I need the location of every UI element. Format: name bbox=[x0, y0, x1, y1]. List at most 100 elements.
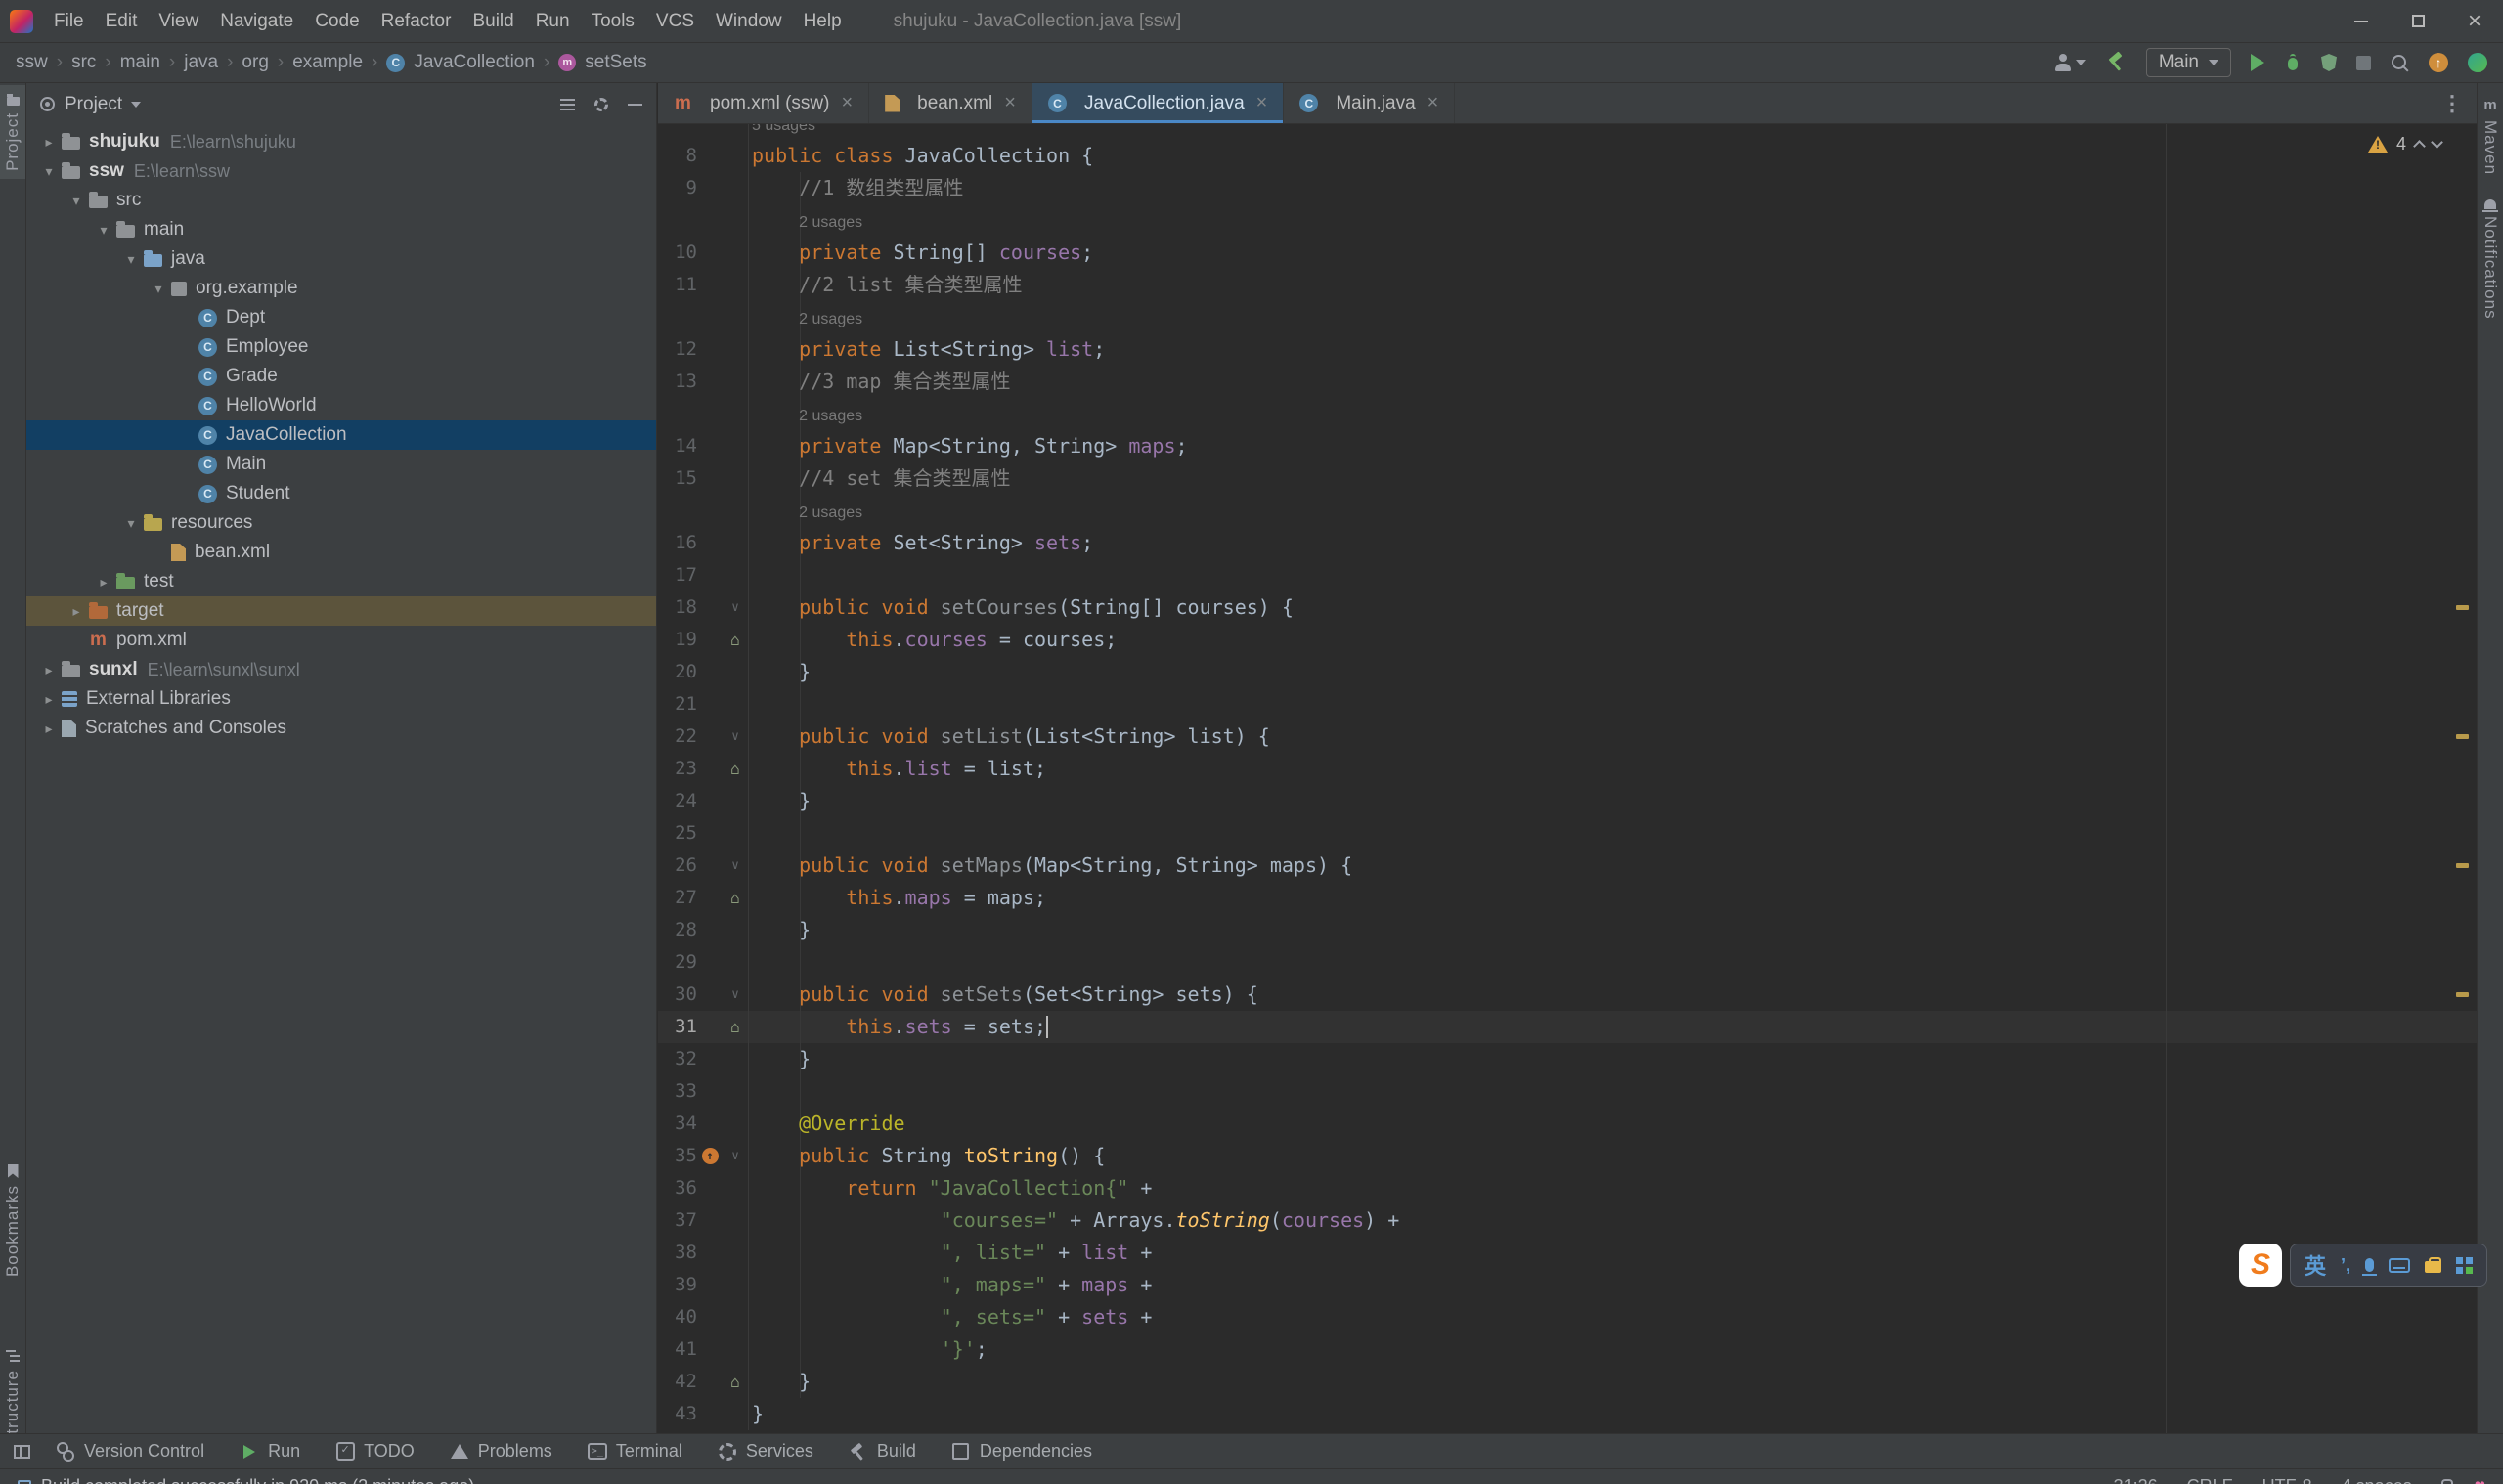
tool-stripe-maven[interactable]: m Maven bbox=[2478, 89, 2503, 183]
code-line[interactable]: 21 bbox=[658, 688, 2477, 720]
project-tree-row[interactable]: ▾ main bbox=[26, 215, 656, 244]
code-line[interactable]: 16 private Set<String> sets; bbox=[658, 527, 2477, 559]
close-tab-icon[interactable]: × bbox=[841, 92, 853, 114]
line-number[interactable]: 12 bbox=[658, 333, 697, 366]
line-number[interactable]: 41 bbox=[658, 1333, 697, 1366]
spring-bean-icon[interactable]: ⌂ bbox=[730, 624, 740, 656]
code-line[interactable]: 15 //4 set 集合类型属性 bbox=[658, 462, 2477, 495]
toolwindow-button-services[interactable]: Services bbox=[718, 1441, 813, 1462]
code-editor[interactable]: 5 usages 8 public class JavaCollection {9 … bbox=[658, 124, 2477, 1433]
line-number[interactable]: 18 bbox=[658, 591, 697, 624]
close-tab-icon[interactable]: × bbox=[1427, 92, 1439, 114]
ime-microphone-icon[interactable] bbox=[2362, 1258, 2378, 1276]
breadcrumb-item[interactable]: m setSets bbox=[558, 52, 647, 73]
menu-window[interactable]: Window bbox=[705, 0, 793, 43]
ime-keyboard-icon[interactable] bbox=[2389, 1257, 2411, 1273]
line-number[interactable]: 43 bbox=[658, 1398, 697, 1430]
code-line[interactable]: 37 "courses=" + Arrays.toString(courses)… bbox=[658, 1204, 2477, 1237]
code-line[interactable]: 39 ", maps=" + maps + bbox=[658, 1269, 2477, 1301]
search-everywhere-icon[interactable] bbox=[2391, 54, 2409, 72]
code-line[interactable]: 13 //3 map 集合类型属性 bbox=[658, 366, 2477, 398]
project-tree-row[interactable]: ▸ test bbox=[26, 567, 656, 596]
file-encoding[interactable]: UTF-8 bbox=[2262, 1476, 2312, 1484]
line-number[interactable]: 34 bbox=[658, 1108, 697, 1140]
project-tree-row[interactable]: C Student bbox=[26, 479, 656, 508]
line-number[interactable] bbox=[658, 301, 697, 333]
expand-collapse-icon[interactable] bbox=[560, 103, 575, 106]
error-stripe-mark[interactable] bbox=[2456, 863, 2469, 868]
menu-tools[interactable]: Tools bbox=[581, 0, 645, 43]
close-button[interactable]: × bbox=[2446, 0, 2503, 43]
line-number[interactable]: 36 bbox=[658, 1172, 697, 1204]
line-number[interactable] bbox=[658, 398, 697, 430]
line-number[interactable]: 30 bbox=[658, 979, 697, 1011]
editor-tab[interactable]: bean.xml × bbox=[869, 83, 1032, 123]
line-number[interactable]: 23 bbox=[658, 753, 697, 785]
chevron-down-icon[interactable]: ▾ bbox=[118, 251, 144, 268]
gear-icon[interactable] bbox=[594, 97, 608, 111]
project-tree-row[interactable]: ▾ java bbox=[26, 244, 656, 274]
code-line[interactable]: 38 ", list=" + list + bbox=[658, 1237, 2477, 1269]
project-tree-row[interactable]: C JavaCollection bbox=[26, 420, 656, 450]
editor-tab[interactable]: C Main.java × bbox=[1284, 83, 1456, 123]
usages-inlay[interactable]: 5 usages bbox=[752, 124, 815, 134]
close-tab-icon[interactable]: × bbox=[1256, 92, 1268, 114]
project-tree-row[interactable]: C HelloWorld bbox=[26, 391, 656, 420]
line-number[interactable]: 37 bbox=[658, 1204, 697, 1237]
line-number[interactable]: 19 bbox=[658, 624, 697, 656]
chevron-down-icon[interactable]: ▾ bbox=[118, 515, 144, 532]
line-number[interactable]: 13 bbox=[658, 366, 697, 398]
close-tab-icon[interactable]: × bbox=[1004, 92, 1016, 114]
error-stripe-mark[interactable] bbox=[2456, 734, 2469, 739]
code-line[interactable]: 17 bbox=[658, 559, 2477, 591]
fold-icon[interactable]: ∨ bbox=[731, 720, 739, 753]
breadcrumb-item[interactable]: java bbox=[184, 52, 218, 73]
tool-stripe-project[interactable]: Project bbox=[0, 85, 25, 179]
line-number[interactable]: 21 bbox=[658, 688, 697, 720]
project-tree-row[interactable]: ▾ src bbox=[26, 186, 656, 215]
code-line[interactable]: 2 usages bbox=[658, 398, 2477, 430]
project-tree-row[interactable]: C Grade bbox=[26, 362, 656, 391]
breadcrumb-item[interactable]: ssw bbox=[16, 52, 48, 73]
project-tree-row[interactable]: C Dept bbox=[26, 303, 656, 332]
line-number[interactable]: 31 bbox=[658, 1011, 697, 1043]
code-line[interactable]: 41 '}'; bbox=[658, 1333, 2477, 1366]
code-line[interactable]: 34 @Override bbox=[658, 1108, 2477, 1140]
code-line[interactable]: 2 usages bbox=[658, 204, 2477, 237]
chevron-right-icon[interactable]: ▸ bbox=[91, 574, 116, 590]
collaboration-button[interactable] bbox=[2054, 54, 2086, 71]
editor-tab[interactable]: m pom.xml (ssw) × bbox=[658, 83, 870, 123]
usages-inlay[interactable]: 2 usages bbox=[799, 408, 862, 424]
line-number[interactable]: 28 bbox=[658, 914, 697, 946]
select-opened-file-icon[interactable] bbox=[40, 97, 55, 111]
line-number[interactable]: 22 bbox=[658, 720, 697, 753]
menu-view[interactable]: View bbox=[148, 0, 209, 43]
chevron-down-icon[interactable]: ▾ bbox=[146, 281, 171, 297]
code-with-me-icon[interactable] bbox=[2468, 53, 2487, 72]
code-line[interactable]: 35 ↑ ∨ public String toString() { bbox=[658, 1140, 2477, 1172]
run-button[interactable] bbox=[2251, 54, 2264, 71]
fold-icon[interactable]: ∨ bbox=[731, 850, 739, 882]
breadcrumb-item[interactable]: src bbox=[71, 52, 96, 73]
line-number[interactable]: 40 bbox=[658, 1301, 697, 1333]
toolwindow-button-todo[interactable]: TODO bbox=[335, 1441, 415, 1462]
code-line[interactable]: 20 } bbox=[658, 656, 2477, 688]
next-problem-icon[interactable] bbox=[2431, 136, 2443, 149]
menu-vcs[interactable]: VCS bbox=[645, 0, 705, 43]
line-number[interactable]: 11 bbox=[658, 269, 697, 301]
project-panel-title[interactable]: Project bbox=[65, 94, 122, 115]
code-line[interactable]: 25 bbox=[658, 817, 2477, 850]
code-line[interactable]: 8 public class JavaCollection { bbox=[658, 140, 2477, 172]
code-line[interactable]: 42 ⌂ } bbox=[658, 1366, 2477, 1398]
tool-stripe-notifications[interactable]: Notifications bbox=[2478, 189, 2503, 327]
chevron-down-icon[interactable]: ▾ bbox=[91, 222, 116, 239]
line-separator[interactable]: CRLF bbox=[2187, 1476, 2233, 1484]
maximize-button[interactable] bbox=[2390, 0, 2446, 43]
caret-position[interactable]: 31:26 bbox=[2114, 1476, 2158, 1484]
code-line[interactable]: 2 usages bbox=[658, 301, 2477, 333]
ime-grid-icon[interactable] bbox=[2456, 1256, 2464, 1264]
hide-panel-icon[interactable] bbox=[628, 103, 642, 106]
line-number[interactable] bbox=[658, 204, 697, 237]
menu-build[interactable]: Build bbox=[461, 0, 524, 43]
line-number[interactable]: 42 bbox=[658, 1366, 697, 1398]
